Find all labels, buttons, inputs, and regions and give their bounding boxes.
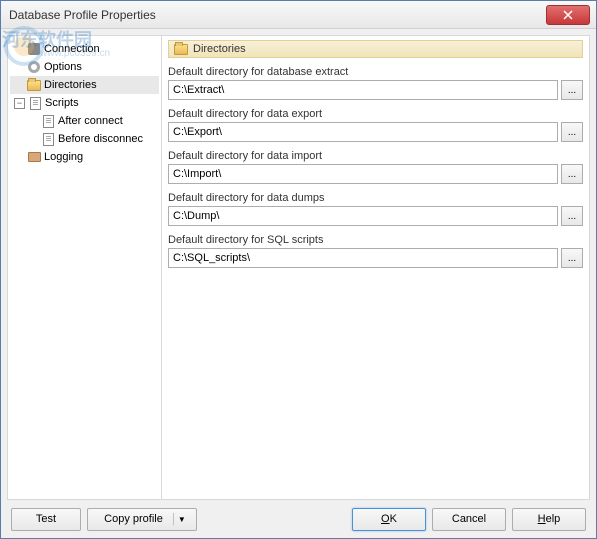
cancel-button[interactable]: Cancel: [432, 508, 506, 531]
browse-button[interactable]: ...: [561, 248, 583, 268]
browse-button[interactable]: ...: [561, 122, 583, 142]
sql-dir-input[interactable]: [168, 248, 558, 268]
test-button[interactable]: Test: [11, 508, 81, 531]
browse-button[interactable]: ...: [561, 80, 583, 100]
tree-label: Directories: [44, 79, 97, 91]
field-dumps: Default directory for data dumps ...: [168, 192, 583, 226]
close-button[interactable]: [546, 5, 590, 25]
tree-item-after-connect[interactable]: After connect: [10, 112, 159, 130]
nav-tree: Connection Options Directories − Scripts…: [8, 36, 162, 499]
dialog-window: Database Profile Properties Connection O…: [0, 0, 597, 539]
dialog-footer: Test Copy profile ▼ OOKK Cancel HelpHelp: [1, 500, 596, 538]
document-icon: [40, 132, 56, 146]
copy-profile-label: Copy profile: [94, 513, 174, 525]
tree-label: Options: [44, 61, 82, 73]
tree-item-options[interactable]: Options: [10, 58, 159, 76]
log-icon: [26, 150, 42, 164]
copy-profile-button[interactable]: Copy profile ▼: [87, 508, 197, 531]
tree-label: Connection: [44, 43, 100, 55]
dropdown-arrow-icon[interactable]: ▼: [174, 515, 190, 524]
field-label: Default directory for data import: [168, 150, 583, 162]
browse-button[interactable]: ...: [561, 206, 583, 226]
dump-dir-input[interactable]: [168, 206, 558, 226]
import-dir-input[interactable]: [168, 164, 558, 184]
panel-title: Directories: [193, 43, 246, 55]
document-icon: [40, 114, 56, 128]
settings-panel: Directories Default directory for databa…: [162, 36, 589, 499]
tree-item-scripts[interactable]: − Scripts: [10, 94, 159, 112]
folder-icon: [26, 78, 42, 92]
tree-label: After connect: [58, 115, 123, 127]
tree-item-logging[interactable]: Logging: [10, 148, 159, 166]
folder-icon: [173, 42, 189, 56]
tree-label: Scripts: [45, 97, 79, 109]
field-import: Default directory for data import ...: [168, 150, 583, 184]
help-button[interactable]: HelpHelp: [512, 508, 586, 531]
field-extract: Default directory for database extract .…: [168, 66, 583, 100]
field-label: Default directory for data export: [168, 108, 583, 120]
field-label: Default directory for data dumps: [168, 192, 583, 204]
content-area: Connection Options Directories − Scripts…: [7, 35, 590, 500]
collapse-icon[interactable]: −: [14, 98, 25, 109]
window-title: Database Profile Properties: [9, 8, 546, 22]
export-dir-input[interactable]: [168, 122, 558, 142]
tree-item-connection[interactable]: Connection: [10, 40, 159, 58]
document-icon: [27, 96, 43, 110]
browse-button[interactable]: ...: [561, 164, 583, 184]
tree-item-directories[interactable]: Directories: [10, 76, 159, 94]
ok-button[interactable]: OOKK: [352, 508, 426, 531]
tree-item-before-disconnect[interactable]: Before disconnec: [10, 130, 159, 148]
plug-icon: [26, 42, 42, 56]
extract-dir-input[interactable]: [168, 80, 558, 100]
tree-label: Logging: [44, 151, 83, 163]
gear-icon: [26, 60, 42, 74]
panel-header: Directories: [168, 40, 583, 58]
field-label: Default directory for SQL scripts: [168, 234, 583, 246]
tree-label: Before disconnec: [58, 133, 143, 145]
titlebar: Database Profile Properties: [1, 1, 596, 29]
field-export: Default directory for data export ...: [168, 108, 583, 142]
field-label: Default directory for database extract: [168, 66, 583, 78]
close-icon: [563, 10, 573, 20]
field-sql: Default directory for SQL scripts ...: [168, 234, 583, 268]
